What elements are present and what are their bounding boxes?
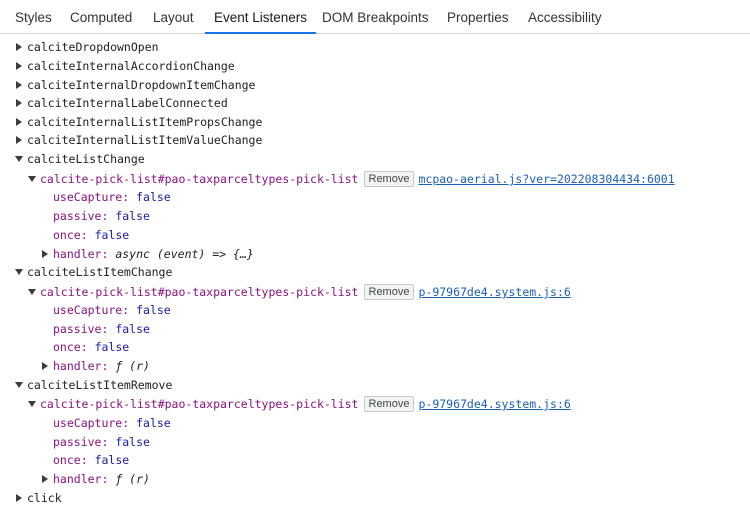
event-row[interactable]: calciteInternalDropdownItemChange	[16, 76, 255, 94]
handler-row[interactable]: handler: async (event) => {…}	[42, 245, 254, 263]
event-name: calciteListChange	[27, 152, 145, 166]
listener-property: once: false	[53, 226, 129, 244]
event-name: calciteInternalDropdownItemChange	[27, 78, 256, 92]
source-link[interactable]: p-97967de4.system.js:6	[418, 285, 570, 299]
event-row-expanded[interactable]: calciteListItemRemove	[15, 376, 173, 394]
event-row[interactable]: calciteInternalListItemPropsChange	[16, 113, 262, 131]
triangle-right-icon[interactable]	[16, 136, 22, 144]
listener-property: useCapture: false	[53, 188, 171, 206]
listener-row[interactable]: calcite-pick-list#pao-taxparceltypes-pic…	[28, 395, 571, 413]
listener-property: passive: false	[53, 433, 150, 451]
handler-value: ƒ (r)	[115, 359, 150, 373]
triangle-down-icon[interactable]	[28, 401, 36, 407]
triangle-right-icon[interactable]	[42, 362, 48, 370]
event-row[interactable]: calciteInternalLabelConnected	[16, 94, 228, 112]
property-key: useCapture:	[53, 190, 130, 204]
triangle-right-icon[interactable]	[16, 81, 22, 89]
event-name: calciteListItemRemove	[27, 378, 173, 392]
property-key: handler:	[53, 247, 109, 261]
triangle-down-icon[interactable]	[15, 269, 23, 275]
property-value: false	[136, 190, 171, 204]
event-name: calciteInternalListItemValueChange	[27, 133, 263, 147]
listener-property: passive: false	[53, 320, 150, 338]
listener-property: useCapture: false	[53, 301, 171, 319]
triangle-right-icon[interactable]	[42, 250, 48, 258]
event-row[interactable]: calciteInternalAccordionChange	[16, 57, 235, 75]
sidebar-tab-bar: Styles Computed Layout Event Listeners D…	[0, 0, 750, 34]
remove-button[interactable]: Remove	[363, 396, 415, 412]
property-key: once:	[53, 453, 88, 467]
tab-styles[interactable]: Styles	[15, 0, 52, 33]
property-key: useCapture:	[53, 416, 130, 430]
handler-row[interactable]: handler: ƒ (r)	[42, 357, 150, 375]
triangle-right-icon[interactable]	[16, 118, 22, 126]
property-value: false	[115, 209, 150, 223]
triangle-right-icon[interactable]	[16, 494, 22, 502]
property-key: handler:	[53, 359, 109, 373]
triangle-down-icon[interactable]	[15, 156, 23, 162]
triangle-right-icon[interactable]	[42, 475, 48, 483]
property-key: once:	[53, 228, 88, 242]
source-link[interactable]: mcpao-aerial.js?ver=202208304434:6001	[418, 172, 674, 186]
property-value: false	[94, 453, 130, 467]
listener-property: passive: false	[53, 207, 150, 225]
event-name: calciteDropdownOpen	[27, 40, 159, 54]
event-row[interactable]: click	[16, 489, 62, 507]
triangle-right-icon[interactable]	[16, 43, 22, 51]
event-name: calciteInternalListItemPropsChange	[27, 115, 263, 129]
tab-layout[interactable]: Layout	[153, 0, 194, 33]
event-row[interactable]: calciteDropdownOpen	[16, 38, 159, 56]
property-value: false	[115, 322, 150, 336]
property-value: false	[94, 340, 130, 354]
triangle-right-icon[interactable]	[16, 99, 22, 107]
property-key: passive:	[53, 435, 109, 449]
listener-property: useCapture: false	[53, 414, 171, 432]
handler-value: async (event) => {…}	[115, 247, 254, 261]
event-row[interactable]: calciteInternalListItemValueChange	[16, 131, 262, 149]
property-key: passive:	[53, 209, 109, 223]
listener-property: once: false	[53, 338, 129, 356]
listener-row[interactable]: calcite-pick-list#pao-taxparceltypes-pic…	[28, 283, 571, 301]
remove-button[interactable]: Remove	[363, 284, 415, 300]
property-key: passive:	[53, 322, 109, 336]
event-name: calciteInternalAccordionChange	[27, 59, 235, 73]
event-row-expanded[interactable]: calciteListItemChange	[15, 263, 173, 281]
tab-event-listeners[interactable]: Event Listeners	[204, 0, 317, 34]
tab-dom-breakpoints[interactable]: DOM Breakpoints	[322, 0, 429, 33]
triangle-down-icon[interactable]	[15, 382, 23, 388]
source-link[interactable]: p-97967de4.system.js:6	[418, 397, 570, 411]
property-value: false	[94, 228, 130, 242]
tab-accessibility[interactable]: Accessibility	[528, 0, 602, 33]
event-name: calciteInternalLabelConnected	[27, 96, 228, 110]
property-value: false	[115, 435, 150, 449]
property-key: useCapture:	[53, 303, 130, 317]
property-key: handler:	[53, 472, 109, 486]
event-name: click	[27, 491, 62, 505]
event-row-expanded[interactable]: calciteListChange	[15, 150, 145, 168]
tab-properties[interactable]: Properties	[447, 0, 509, 33]
listener-row[interactable]: calcite-pick-list#pao-taxparceltypes-pic…	[28, 170, 675, 188]
property-value: false	[136, 303, 171, 317]
property-value: false	[136, 416, 171, 430]
listener-node: calcite-pick-list#pao-taxparceltypes-pic…	[40, 285, 359, 299]
triangle-down-icon[interactable]	[28, 289, 36, 295]
listener-node: calcite-pick-list#pao-taxparceltypes-pic…	[40, 397, 359, 411]
listener-node: calcite-pick-list#pao-taxparceltypes-pic…	[40, 172, 359, 186]
triangle-down-icon[interactable]	[28, 176, 36, 182]
triangle-right-icon[interactable]	[16, 62, 22, 70]
handler-value: ƒ (r)	[115, 472, 150, 486]
handler-row[interactable]: handler: ƒ (r)	[42, 470, 150, 488]
property-key: once:	[53, 340, 88, 354]
event-name: calciteListItemChange	[27, 265, 173, 279]
listener-property: once: false	[53, 451, 129, 469]
tab-computed[interactable]: Computed	[70, 0, 132, 33]
remove-button[interactable]: Remove	[363, 171, 415, 187]
